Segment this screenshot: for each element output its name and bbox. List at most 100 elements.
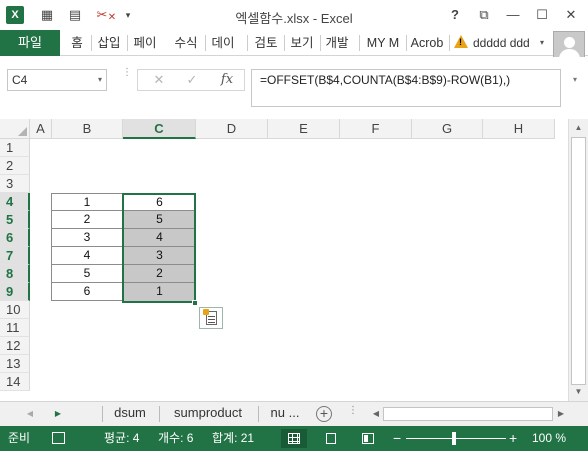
sheet-next-icon[interactable]: ▶ (50, 402, 66, 426)
tab-acrobat[interactable]: Acrob (408, 30, 446, 56)
tab-separator (159, 406, 160, 422)
row-header[interactable]: 13 (0, 355, 30, 373)
scroll-right-icon[interactable]: ▶ (555, 406, 567, 422)
cell-c6[interactable]: 4 (124, 229, 195, 247)
sheet-prev-icon[interactable]: ◀ (22, 402, 38, 426)
fill-handle[interactable] (192, 300, 198, 306)
status-bar: 준비 평균: 4 개수: 6 합계: 21 − + 100 % (0, 426, 588, 451)
cell-c4-active[interactable]: 6 (124, 194, 195, 211)
sheet-tab-more[interactable]: nu ... (263, 402, 307, 426)
sheet-tab-dsum[interactable]: dsum (104, 402, 156, 426)
row-header[interactable]: 1 (0, 139, 30, 157)
column-header-b[interactable]: B (52, 119, 123, 139)
column-header-d[interactable]: D (196, 119, 268, 139)
tab-separator (127, 35, 128, 51)
cell-c8[interactable]: 2 (124, 265, 195, 283)
cell-c9[interactable]: 1 (124, 283, 195, 301)
tab-review[interactable]: 검토 (251, 30, 281, 56)
tab-view[interactable]: 보기 (287, 30, 317, 56)
tab-data[interactable]: 데이 (208, 30, 238, 56)
macro-record-icon[interactable] (52, 432, 65, 444)
column-header-c[interactable]: C (123, 119, 196, 139)
scroll-left-icon[interactable]: ◀ (370, 406, 382, 422)
scroll-thumb[interactable] (383, 407, 553, 421)
column-header-a[interactable]: A (30, 119, 52, 139)
ribbon-display-button[interactable]: ⧉ (473, 5, 495, 25)
tab-insert[interactable]: 삽입 (94, 30, 124, 56)
tab-my-menu[interactable]: MY M (363, 30, 403, 56)
row-header[interactable]: 12 (0, 337, 30, 355)
tab-separator (247, 35, 248, 51)
tab-splitter-icon[interactable]: ⋮ (348, 406, 358, 416)
cell-c7[interactable]: 3 (124, 247, 195, 265)
chevron-down-icon[interactable]: ▾ (98, 70, 102, 90)
row-header[interactable]: 2 (0, 157, 30, 175)
resize-handle-icon[interactable]: ⋮ (122, 68, 132, 78)
row-header[interactable]: 5 (0, 211, 30, 229)
name-box[interactable]: C4 ▾ (7, 69, 107, 91)
select-all-button[interactable] (0, 119, 30, 139)
tab-separator (359, 35, 360, 51)
status-average[interactable]: 평균: 4 (104, 426, 139, 451)
page-layout-view-button[interactable] (318, 429, 344, 448)
row-header[interactable]: 10 (0, 301, 30, 319)
tab-page-layout[interactable]: 페이 (130, 30, 160, 56)
quick-analysis-icon[interactable] (199, 307, 223, 329)
tab-file[interactable]: 파일 (0, 30, 60, 56)
horizontal-scrollbar[interactable]: ◀ ▶ (369, 406, 568, 422)
enter-icon[interactable]: ✓ (177, 70, 207, 90)
sheet-tab-sumproduct[interactable]: sumproduct (161, 402, 255, 426)
cell-b5[interactable]: 2 (51, 211, 123, 229)
tab-separator (406, 35, 407, 51)
zoom-slider[interactable] (406, 438, 506, 439)
chevron-down-icon[interactable]: ▾ (540, 30, 544, 56)
column-header-h[interactable]: H (483, 119, 555, 139)
cell-b9[interactable]: 6 (51, 283, 123, 301)
normal-view-button[interactable] (281, 429, 307, 448)
page-break-view-button[interactable] (355, 429, 381, 448)
column-header-g[interactable]: G (412, 119, 483, 139)
status-count[interactable]: 개수: 6 (158, 426, 193, 451)
close-button[interactable]: ✕ (560, 5, 582, 25)
zoom-level[interactable]: 100 % (532, 426, 566, 451)
row-header[interactable]: 9 (0, 283, 30, 301)
help-button[interactable]: ? (444, 5, 466, 25)
tab-separator (320, 35, 321, 51)
cell-b6[interactable]: 3 (51, 229, 123, 247)
user-name[interactable]: ddddd ddd (473, 30, 530, 56)
cell-b4[interactable]: 1 (51, 193, 123, 211)
add-sheet-button[interactable]: + (316, 406, 332, 422)
row-header[interactable]: 14 (0, 373, 30, 391)
row-header[interactable]: 11 (0, 319, 30, 337)
row-header[interactable]: 6 (0, 229, 30, 247)
zoom-out-button[interactable]: − (393, 426, 401, 451)
scroll-thumb[interactable] (571, 137, 586, 385)
status-sum[interactable]: 합계: 21 (212, 426, 254, 451)
column-header-f[interactable]: F (340, 119, 412, 139)
formula-input[interactable]: =OFFSET(B$4,COUNTA(B$4:B$9)-ROW(B1),) (251, 69, 561, 107)
cancel-icon[interactable]: ✕ (144, 70, 174, 90)
zoom-slider-thumb[interactable] (452, 432, 456, 445)
row-header[interactable]: 4 (0, 193, 30, 211)
tab-separator (284, 35, 285, 51)
row-header[interactable]: 3 (0, 175, 30, 193)
scroll-up-icon[interactable]: ▲ (569, 120, 588, 136)
expand-formula-icon[interactable]: ▾ (567, 69, 583, 91)
cell-b8[interactable]: 5 (51, 265, 123, 283)
tab-developer[interactable]: 개발 (322, 30, 352, 56)
vertical-scrollbar[interactable]: ▲ ▼ (568, 119, 588, 401)
maximize-button[interactable]: ☐ (531, 5, 553, 25)
row-header[interactable]: 7 (0, 247, 30, 265)
tab-formulas[interactable]: 수식 (170, 30, 202, 56)
tab-separator (91, 35, 92, 51)
zoom-in-button[interactable]: + (509, 426, 517, 451)
insert-function-icon[interactable]: fx (212, 70, 242, 90)
row-header[interactable]: 8 (0, 265, 30, 283)
tab-home[interactable]: 홈 (66, 30, 88, 56)
formula-bar: C4 ▾ ⋮ ✕ ✓ fx =OFFSET(B$4,COUNTA(B$4:B$9… (0, 57, 588, 117)
scroll-down-icon[interactable]: ▼ (569, 384, 588, 400)
cell-b7[interactable]: 4 (51, 247, 123, 265)
cell-c5[interactable]: 5 (124, 211, 195, 229)
minimize-button[interactable]: — (502, 5, 524, 25)
column-header-e[interactable]: E (268, 119, 340, 139)
